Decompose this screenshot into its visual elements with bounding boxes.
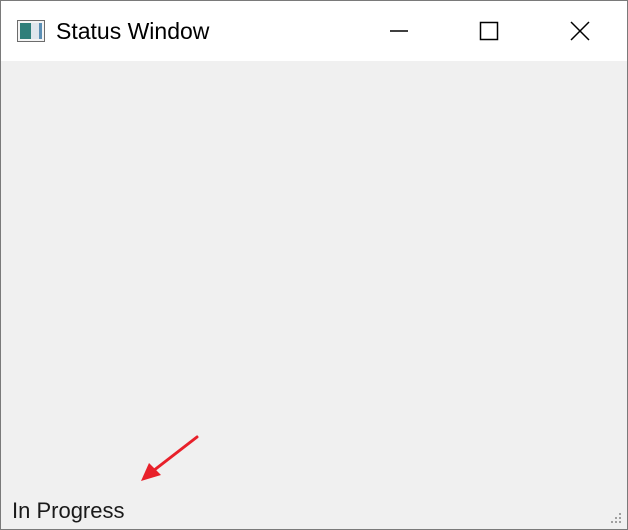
red-arrow-icon [141,435,199,481]
minimize-button[interactable] [354,1,444,61]
status-label: In Progress [12,498,125,523]
window-title: Status Window [56,18,210,44]
app-window-icon [17,20,45,42]
resize-grip-icon[interactable] [609,511,623,525]
close-icon [570,21,590,41]
client-area: In Progress [1,61,627,529]
maximize-icon [479,21,499,41]
close-button[interactable] [535,1,625,61]
title-bar[interactable]: Status Window [1,1,627,61]
minimize-icon [390,30,408,32]
maximize-button[interactable] [444,1,534,61]
status-window: Status Window In Progress [0,0,628,530]
